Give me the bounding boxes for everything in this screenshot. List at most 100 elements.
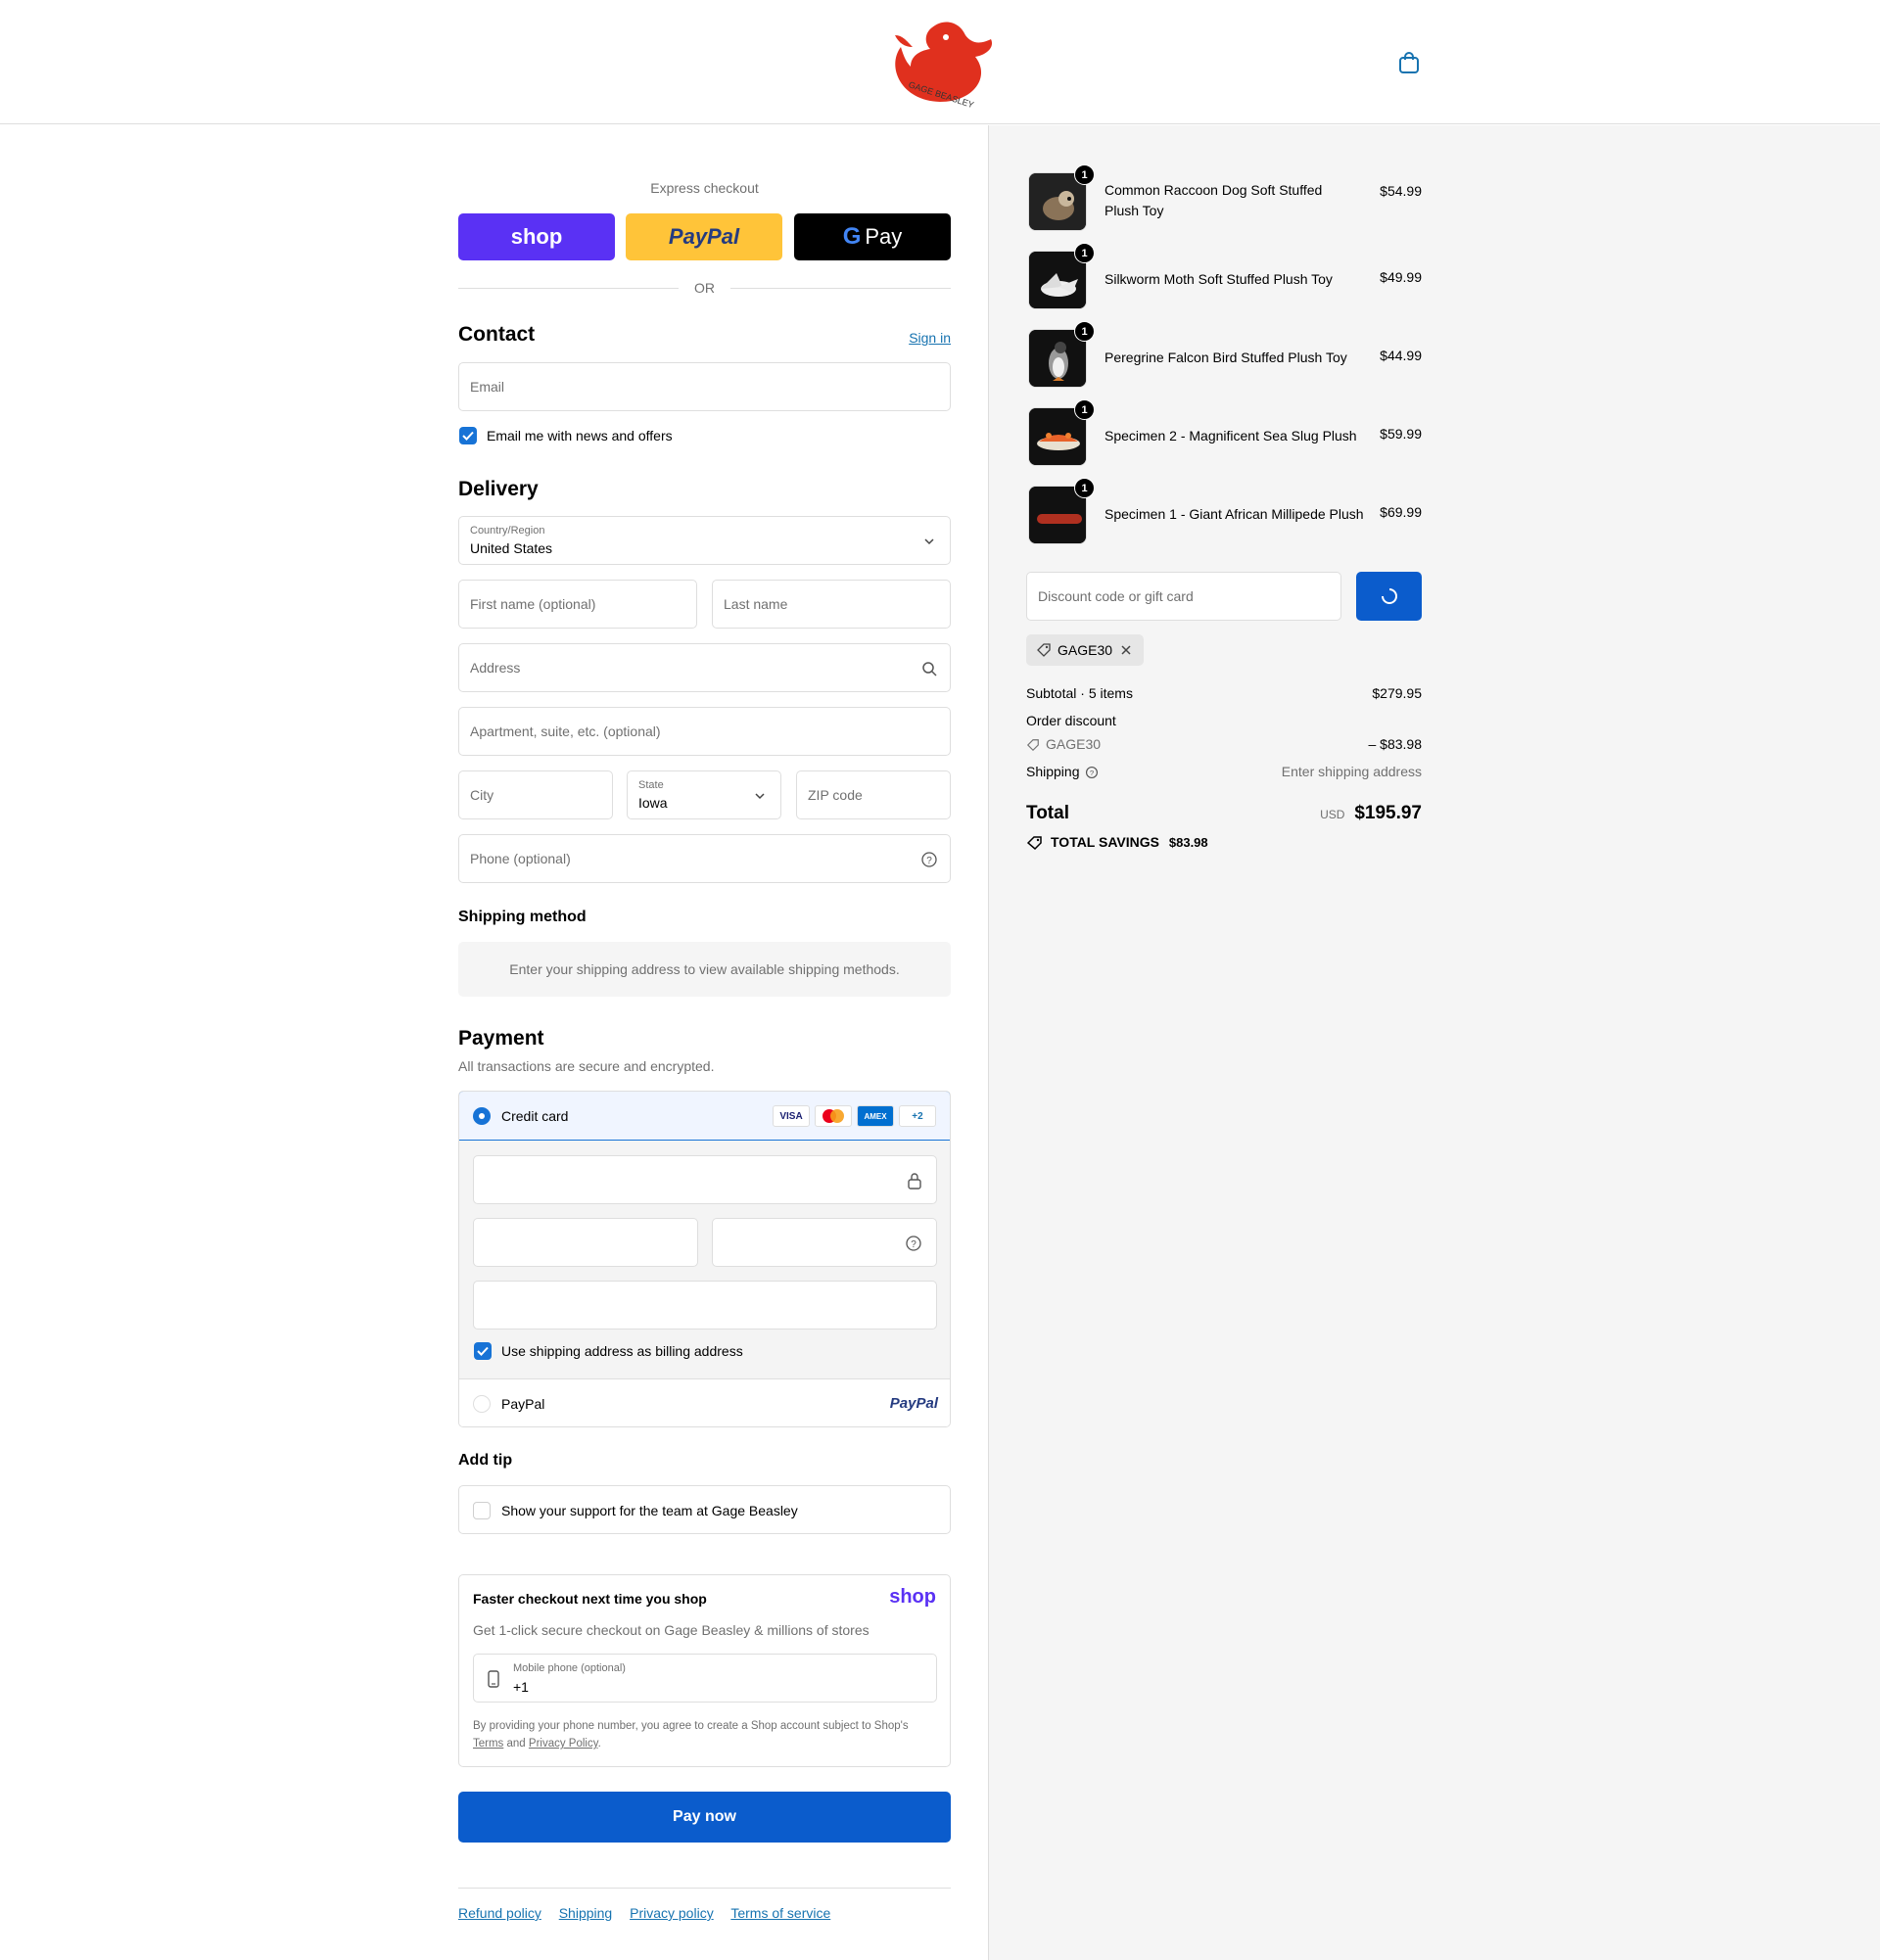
apartment-input[interactable]: Apartment, suite, etc. (optional) xyxy=(458,707,951,756)
payment-options: Credit card VISA AMEX +2 ? Use shipping … xyxy=(458,1091,951,1427)
check-icon xyxy=(477,1346,489,1356)
discount-input[interactable]: Discount code or gift card xyxy=(1026,572,1341,621)
discount-code-row: GAGE30 – $83.98 xyxy=(1026,736,1422,752)
tag-icon xyxy=(1037,643,1051,657)
line-item: 1 Silkworm Moth Soft Stuffed Plush Toy $… xyxy=(1026,243,1422,311)
mobile-phone-input[interactable]: Mobile phone (optional) +1 xyxy=(473,1654,937,1703)
help-circle-icon[interactable]: ? xyxy=(920,851,938,868)
shop-pay-subtitle: Get 1-click secure checkout on Gage Beas… xyxy=(473,1622,870,1638)
refund-policy-link[interactable]: Refund policy xyxy=(458,1905,541,1921)
line-item: 1 Common Raccoon Dog Soft Stuffed Plush … xyxy=(1026,164,1422,233)
google-g-icon: G xyxy=(842,223,862,250)
item-name: Silkworm Moth Soft Stuffed Plush Toy xyxy=(1104,271,1333,287)
privacy-policy-footer-link[interactable]: Privacy policy xyxy=(630,1905,714,1921)
zip-input[interactable]: ZIP code xyxy=(796,770,951,819)
item-price: $44.99 xyxy=(1380,348,1422,363)
svg-text:?: ? xyxy=(926,856,932,866)
apply-discount-button[interactable] xyxy=(1356,572,1422,621)
quantity-badge: 1 xyxy=(1074,243,1095,263)
tip-option[interactable]: Show your support for the team at Gage B… xyxy=(458,1485,951,1534)
check-icon xyxy=(462,431,474,441)
lock-icon xyxy=(908,1173,921,1190)
item-name: Peregrine Falcon Bird Stuffed Plush Toy xyxy=(1104,350,1347,365)
name-on-card-input[interactable] xyxy=(473,1281,937,1330)
paypal-radio[interactable] xyxy=(473,1395,491,1413)
city-input[interactable]: City xyxy=(458,770,613,819)
loading-spinner-icon xyxy=(1382,588,1397,604)
credit-card-label: Credit card xyxy=(501,1108,569,1124)
mobile-phone-icon xyxy=(488,1670,499,1688)
amex-icon: AMEX xyxy=(857,1105,894,1127)
express-checkout-label: Express checkout xyxy=(650,180,759,196)
tip-title: Add tip xyxy=(458,1452,513,1469)
billing-checkbox[interactable] xyxy=(474,1342,492,1360)
shipping-link[interactable]: Shipping xyxy=(559,1905,613,1921)
item-name: Specimen 2 - Magnificent Sea Slug Plush xyxy=(1104,428,1357,443)
header: GAGE BEASLEY xyxy=(0,0,1880,124)
credit-card-radio[interactable] xyxy=(473,1107,491,1125)
payment-title: Payment xyxy=(458,1027,544,1050)
news-label: Email me with news and offers xyxy=(487,428,673,443)
item-price: $49.99 xyxy=(1380,269,1422,285)
terms-link[interactable]: Terms xyxy=(473,1738,503,1750)
address-input[interactable]: Address xyxy=(458,643,951,692)
state-select[interactable]: State Iowa xyxy=(627,770,781,819)
quantity-badge: 1 xyxy=(1074,478,1095,498)
country-select[interactable]: Country/Region United States xyxy=(458,516,951,565)
help-circle-icon[interactable]: ? xyxy=(905,1235,922,1252)
footer-divider xyxy=(458,1888,951,1889)
shop-pay-button[interactable]: shop xyxy=(458,213,615,260)
total-savings-row: TOTAL SAVINGS $83.98 xyxy=(1026,834,1422,851)
tag-icon xyxy=(1026,836,1042,851)
brand-logo[interactable]: GAGE BEASLEY xyxy=(881,18,999,108)
gpay-label: Pay xyxy=(865,224,903,249)
expiration-input[interactable] xyxy=(473,1218,698,1267)
email-input[interactable]: Email xyxy=(458,362,951,411)
or-divider: OR xyxy=(458,278,951,298)
paypal-button[interactable]: PayPal xyxy=(626,213,782,260)
tip-checkbox[interactable] xyxy=(473,1502,491,1519)
first-name-input[interactable]: First name (optional) xyxy=(458,580,697,629)
item-name: Common Raccoon Dog Soft Stuffed Plush To… xyxy=(1104,182,1323,218)
line-item: 1 Peregrine Falcon Bird Stuffed Plush To… xyxy=(1026,321,1422,390)
more-cards-badge: +2 xyxy=(899,1105,936,1127)
card-number-input[interactable] xyxy=(473,1155,937,1204)
google-pay-button[interactable]: G Pay xyxy=(794,213,951,260)
quantity-badge: 1 xyxy=(1074,164,1095,185)
line-item: 1 Specimen 1 - Giant African Millipede P… xyxy=(1026,478,1422,546)
shipping-row: Shipping ? Enter shipping address xyxy=(1026,764,1422,779)
mastercard-icon xyxy=(815,1105,852,1127)
item-price: $59.99 xyxy=(1380,426,1422,442)
pay-now-button[interactable]: Pay now xyxy=(458,1792,951,1843)
item-price: $54.99 xyxy=(1380,183,1422,199)
sign-in-link[interactable]: Sign in xyxy=(909,330,951,346)
chevron-down-icon xyxy=(755,793,765,800)
shopping-bag-icon[interactable] xyxy=(1398,51,1420,74)
delivery-title: Delivery xyxy=(458,478,539,500)
news-checkbox[interactable] xyxy=(459,427,477,444)
chevron-down-icon xyxy=(924,538,934,545)
terms-of-service-link[interactable]: Terms of service xyxy=(730,1905,830,1921)
item-price: $69.99 xyxy=(1380,504,1422,520)
subtotal-row: Subtotal · 5 items $279.95 xyxy=(1026,685,1422,701)
svg-text:?: ? xyxy=(911,1239,916,1250)
shipping-method-note: Enter your shipping address to view avai… xyxy=(458,942,951,997)
shipping-method-title: Shipping method xyxy=(458,909,587,925)
contact-title: Contact xyxy=(458,323,536,346)
security-code-input[interactable]: ? xyxy=(712,1218,937,1267)
last-name-input[interactable]: Last name xyxy=(712,580,951,629)
quantity-badge: 1 xyxy=(1074,321,1095,342)
help-circle-icon[interactable]: ? xyxy=(1085,766,1099,779)
paypal-option[interactable]: PayPal PayPal xyxy=(459,1378,950,1426)
paypal-label: PayPal xyxy=(501,1396,545,1412)
shop-pay-legal: By providing your phone number, you agre… xyxy=(473,1720,909,1750)
tip-label: Show your support for the team at Gage B… xyxy=(501,1503,798,1518)
shop-logo: shop xyxy=(889,1586,936,1608)
search-icon xyxy=(922,662,937,677)
privacy-policy-link[interactable]: Privacy Policy xyxy=(529,1738,598,1750)
close-icon[interactable] xyxy=(1120,644,1132,656)
credit-card-option[interactable]: Credit card VISA AMEX +2 xyxy=(459,1092,950,1141)
shop-pay-title: Faster checkout next time you shop xyxy=(473,1591,707,1607)
payment-subtitle: All transactions are secure and encrypte… xyxy=(458,1058,715,1074)
phone-input[interactable]: Phone (optional) ? xyxy=(458,834,951,883)
